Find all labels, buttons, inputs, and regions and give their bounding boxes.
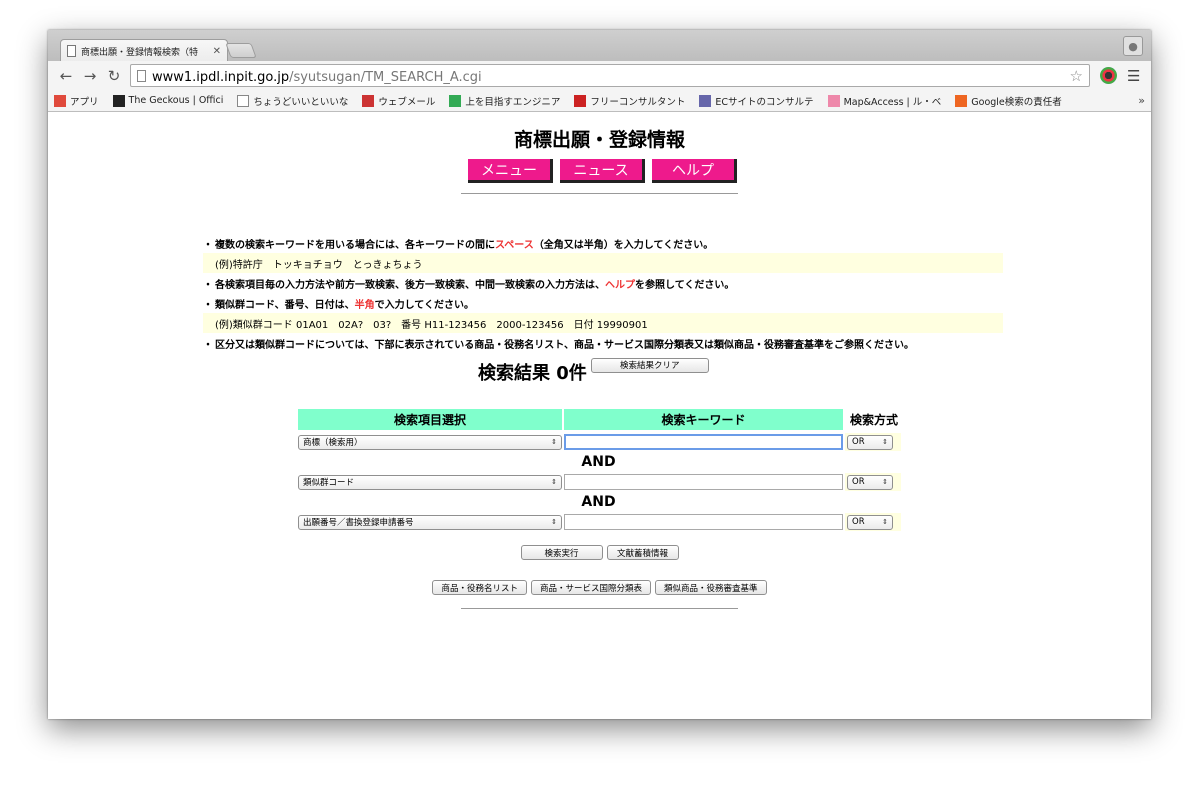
browser-tab[interactable]: 商標出願・登録情報検索（特 ✕ xyxy=(60,39,228,62)
page-icon xyxy=(137,69,146,82)
divider xyxy=(461,193,738,194)
browser-window: 商標出願・登録情報検索（特 ✕ ● ← → ↻ www1.ipdl.inpit.… xyxy=(48,30,1151,719)
bookmark-star-icon[interactable]: ☆ xyxy=(1070,67,1083,85)
w-icon xyxy=(955,94,968,107)
bookmark-label: アプリ xyxy=(70,96,99,108)
page-icon xyxy=(67,45,76,57)
note-halfwidth: ・ 類似群コード、番号、日付は、 半角 で入力してください。 xyxy=(203,299,475,311)
goods-services-list-button[interactable]: 商品・役務名リスト xyxy=(432,580,527,595)
field-select-3[interactable]: 出願番号／書換登録申請番号 ⇕ xyxy=(298,514,562,530)
bookmark-item[interactable]: The Geckous | Offici xyxy=(112,94,224,107)
page-title: 商標出願・登録情報 xyxy=(513,129,685,151)
bookmark-label: フリーコンサルタント xyxy=(590,96,686,108)
field-select-2[interactable]: 類似群コード ⇕ xyxy=(298,474,562,490)
top-nav: メニュー ニュース ヘルプ xyxy=(468,159,737,183)
search-row-3: 出願番号／書換登録申請番号 ⇕ OR ⇕ xyxy=(298,513,903,531)
apps-icon xyxy=(54,94,66,107)
header-mode: 検索方式 xyxy=(845,409,903,430)
new-tab-button[interactable] xyxy=(225,43,257,58)
bookmark-item[interactable]: アプリ xyxy=(54,94,99,108)
search-row-2: 類似群コード ⇕ OR ⇕ xyxy=(298,473,903,491)
and-connector: AND xyxy=(581,454,616,470)
document-info-button[interactable]: 文献蓄積情報 xyxy=(606,545,679,560)
back-icon[interactable]: ← xyxy=(54,65,78,87)
chevron-icon: ⇕ xyxy=(551,438,557,446)
mode-select-3[interactable]: OR ⇕ xyxy=(847,514,893,530)
url-text: www1.ipdl.inpit.go.jp/syutsugan/TM_SEARC… xyxy=(152,70,482,85)
bookmark-label: 上を目指すエンジニア xyxy=(465,96,561,108)
note-input-method: ・ 各検索項目毎の入力方法や前方一致検索、後方一致検索、中間一致検索の入力方法は… xyxy=(203,273,1003,293)
forward-icon[interactable]: → xyxy=(78,65,102,87)
and-connector: AND xyxy=(581,494,616,510)
search-actions: 検索実行 文献蓄積情報 xyxy=(48,545,1151,560)
bookmark-item[interactable]: Map&Access | ル・ベ xyxy=(827,94,942,108)
bookmarks-bar: アプリ The Geckous | Offici ちょうどいいといいな ウェブメール 上… xyxy=(48,90,1151,112)
clear-results-button[interactable]: 検索結果クリア xyxy=(590,357,709,373)
note-keywords: ・ 複数の検索キーワードを用いる場合には、各キーワードの間に スペース （全角又は半… xyxy=(203,239,714,251)
nav-news-link[interactable]: ニュース xyxy=(560,159,645,183)
reference-buttons: 商品・役務名リスト 商品・サービス国際分類表 類似商品・役務審査基準 xyxy=(48,580,1151,595)
instructions: ・ 複数の検索キーワードを用いる場合には、各キーワードの間に スペース （全角又は半… xyxy=(203,233,1003,353)
bookmark-label: ちょうどいいといいな xyxy=(253,96,349,108)
example-keywords: (例)特許庁 トッキョチョウ とっきょちょう xyxy=(203,253,1003,273)
address-bar[interactable]: www1.ipdl.inpit.go.jp/syutsugan/TM_SEARC… xyxy=(130,64,1090,87)
keyword-input-2[interactable] xyxy=(564,474,843,490)
menu-icon[interactable]: ☰ xyxy=(1127,67,1140,85)
bookmark-item[interactable]: 上を目指すエンジニア xyxy=(449,94,560,108)
result-area: 検索結果 0件 検索結果クリア xyxy=(478,357,709,385)
heart-icon xyxy=(827,94,840,107)
bookmark-item[interactable]: ウェブメール xyxy=(362,94,435,108)
header-keyword: 検索キーワード xyxy=(564,409,843,430)
mode-select-1[interactable]: OR ⇕ xyxy=(847,434,893,450)
reload-icon[interactable]: ↻ xyxy=(102,65,126,87)
bookmark-item[interactable]: フリーコンサルタント xyxy=(574,94,685,108)
tab-strip: 商標出願・登録情報検索（特 ✕ ● xyxy=(48,30,1151,62)
field-select-1[interactable]: 商標（検索用） ⇕ xyxy=(298,434,562,450)
bookmark-label: The Geckous | Offici xyxy=(128,95,224,106)
note-classification: ・ 区分又は類似群コードについては、下部に表示されている商品・役務名リスト、商品… xyxy=(203,339,914,351)
mode-select-2[interactable]: OR ⇕ xyxy=(847,474,893,490)
search-table: 検索項目選択 検索キーワード 検索方式 商標（検索用） ⇕ OR ⇕ AND 類似群… xyxy=(298,409,903,531)
chevron-icon: ⇕ xyxy=(882,438,888,446)
at-icon xyxy=(449,94,462,107)
keyword-input-3[interactable] xyxy=(564,514,843,530)
nav-help-link[interactable]: ヘルプ xyxy=(652,159,737,183)
close-icon[interactable]: ✕ xyxy=(213,46,221,57)
divider xyxy=(461,608,738,609)
chevron-icon: ⇕ xyxy=(551,478,557,486)
header-field: 検索項目選択 xyxy=(298,409,562,430)
bookmark-label: ECサイトのコンサルテ xyxy=(715,96,814,108)
feather-icon xyxy=(699,94,712,107)
chevron-icon: ⇕ xyxy=(551,518,557,526)
search-button[interactable]: 検索実行 xyxy=(520,545,603,560)
square-icon xyxy=(574,94,587,107)
toolbar: ← → ↻ www1.ipdl.inpit.go.jp/syutsugan/TM… xyxy=(48,61,1151,90)
bookmark-label: Google検索の責任者 xyxy=(971,96,1062,108)
geckous-icon xyxy=(112,94,125,107)
webmail-icon xyxy=(362,94,375,107)
page-icon xyxy=(237,94,250,107)
similar-goods-standard-button[interactable]: 類似商品・役務審査基準 xyxy=(655,580,767,595)
bookmark-item[interactable]: Google検索の責任者 xyxy=(955,94,1062,108)
example-codes: (例)類似群コード 01A01 02A? 03? 番号 H11-123456 2… xyxy=(203,313,1003,333)
bookmark-item[interactable]: ECサイトのコンサルテ xyxy=(699,94,814,108)
chevron-icon: ⇕ xyxy=(882,478,888,486)
result-count: 検索結果 0件 xyxy=(478,363,587,384)
keyword-input-1[interactable] xyxy=(564,434,843,450)
profile-icon[interactable]: ● xyxy=(1123,36,1143,56)
bookmark-label: Map&Access | ル・ベ xyxy=(843,96,942,108)
search-row-1: 商標（検索用） ⇕ OR ⇕ xyxy=(298,433,903,451)
help-link[interactable]: ヘルプ xyxy=(605,276,635,291)
bookmark-label: ウェブメール xyxy=(378,96,436,108)
extension-icon[interactable] xyxy=(1100,67,1117,84)
chevron-icon: ⇕ xyxy=(882,518,888,526)
page-content: 商標出願・登録情報 メニュー ニュース ヘルプ ・ 複数の検索キーワードを用いる… xyxy=(48,113,1151,719)
table-header: 検索項目選択 検索キーワード 検索方式 xyxy=(298,409,903,430)
nav-menu-link[interactable]: メニュー xyxy=(468,159,553,183)
international-classification-button[interactable]: 商品・サービス国際分類表 xyxy=(530,580,651,595)
bookmarks-overflow-icon[interactable]: » xyxy=(1138,94,1145,107)
bookmark-item[interactable]: ちょうどいいといいな xyxy=(237,94,348,108)
tab-title: 商標出願・登録情報検索（特 xyxy=(81,47,199,58)
